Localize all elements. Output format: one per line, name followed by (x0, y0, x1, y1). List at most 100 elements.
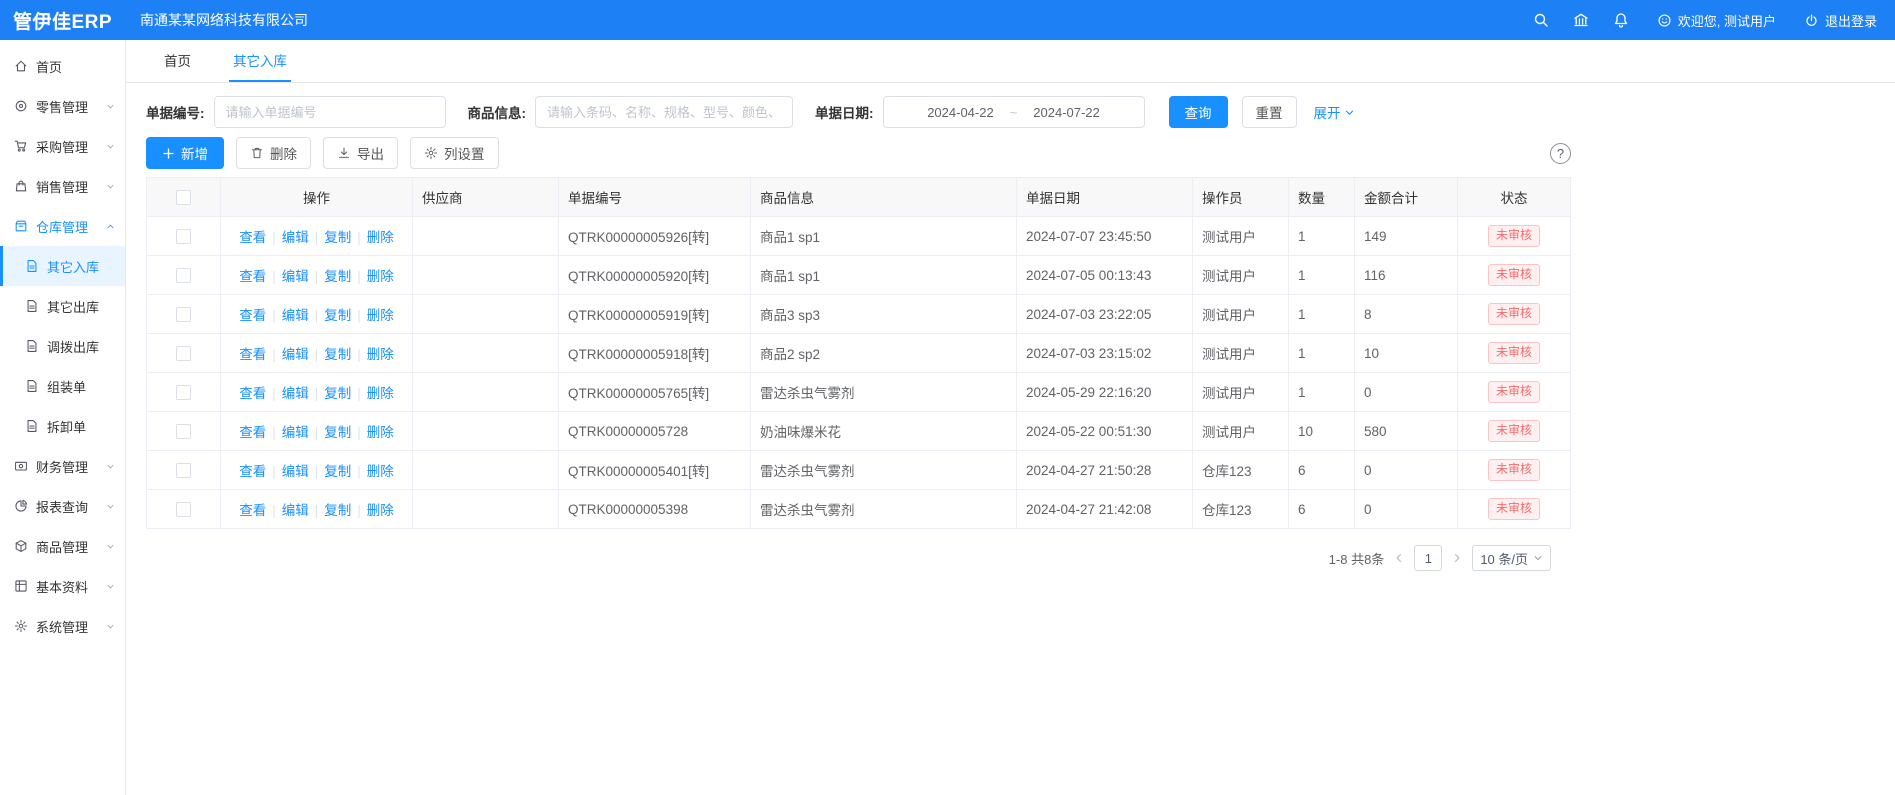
row-checkbox[interactable] (176, 229, 191, 244)
search-icon[interactable] (1533, 12, 1549, 28)
prev-page-icon[interactable] (1393, 552, 1405, 564)
row-checkbox[interactable] (176, 268, 191, 283)
row-action-edit[interactable]: 编辑 (282, 386, 309, 401)
row-action-delete[interactable]: 删除 (367, 386, 394, 401)
row-action-copy[interactable]: 复制 (324, 503, 351, 518)
row-action-view[interactable]: 查看 (239, 269, 266, 284)
sidebar-item-system[interactable]: 系统管理 (0, 606, 125, 646)
cell-qty: 1 (1289, 334, 1355, 373)
column-settings-button[interactable]: 列设置 (410, 137, 499, 169)
status-badge: 未审核 (1488, 420, 1540, 442)
row-checkbox[interactable] (176, 307, 191, 322)
logout-button[interactable]: 退出登录 (1804, 11, 1877, 30)
sidebar-subitem-label: 其它入库 (47, 257, 125, 276)
row-action-edit[interactable]: 编辑 (282, 425, 309, 440)
bank-icon[interactable] (1573, 12, 1589, 28)
expand-filters-link[interactable]: 展开 (1314, 102, 1355, 122)
help-icon[interactable]: ? (1550, 143, 1571, 164)
cell-status: 未审核 (1458, 256, 1571, 295)
cell-supplier (413, 412, 559, 451)
gear-icon (424, 146, 438, 160)
row-checkbox[interactable] (176, 502, 191, 517)
sidebar-item-finance[interactable]: 财务管理 (0, 446, 125, 486)
chevron-down-icon (105, 101, 116, 112)
row-checkbox[interactable] (176, 346, 191, 361)
row-action-view[interactable]: 查看 (239, 308, 266, 323)
row-action-view[interactable]: 查看 (239, 230, 266, 245)
welcome-user[interactable]: 欢迎您, 测试用户 (1657, 11, 1776, 30)
row-checkbox[interactable] (176, 424, 191, 439)
row-action-edit[interactable]: 编辑 (282, 269, 309, 284)
sidebar-subitem-disassembly-order[interactable]: 拆卸单 (0, 406, 125, 446)
row-action-view[interactable]: 查看 (239, 464, 266, 479)
date-range-picker[interactable]: 2024-04-22 ~ 2024-07-22 (883, 96, 1145, 128)
cell-status: 未审核 (1458, 451, 1571, 490)
action-separator: | (315, 425, 319, 440)
row-action-view[interactable]: 查看 (239, 503, 266, 518)
bell-icon[interactable] (1613, 12, 1629, 28)
date-end[interactable]: 2024-07-22 (1033, 105, 1100, 120)
row-action-copy[interactable]: 复制 (324, 464, 351, 479)
cell-doc-no: QTRK00000005918[转] (559, 334, 751, 373)
row-action-edit[interactable]: 编辑 (282, 308, 309, 323)
row-action-copy[interactable]: 复制 (324, 269, 351, 284)
app-logo: 管伊佳ERP (0, 7, 126, 34)
row-action-copy[interactable]: 复制 (324, 347, 351, 362)
row-action-delete[interactable]: 删除 (367, 269, 394, 284)
sidebar-subitem-other-inbound[interactable]: 其它入库 (0, 246, 125, 286)
cell-supplier (413, 256, 559, 295)
select-all-checkbox[interactable] (176, 190, 191, 205)
row-action-view[interactable]: 查看 (239, 386, 266, 401)
row-checkbox[interactable] (176, 463, 191, 478)
product-info-input[interactable] (535, 96, 793, 128)
sidebar-item-purchase[interactable]: 采购管理 (0, 126, 125, 166)
sidebar-item-product[interactable]: 商品管理 (0, 526, 125, 566)
next-page-icon[interactable] (1451, 552, 1463, 564)
sidebar-item-warehouse[interactable]: 仓库管理 (0, 206, 125, 246)
page-size-select[interactable]: 10 条/页 (1472, 545, 1551, 571)
add-button[interactable]: 新增 (146, 137, 224, 169)
row-checkbox[interactable] (176, 385, 191, 400)
date-start[interactable]: 2024-04-22 (927, 105, 994, 120)
row-action-edit[interactable]: 编辑 (282, 464, 309, 479)
row-action-edit[interactable]: 编辑 (282, 230, 309, 245)
cell-operator: 测试用户 (1193, 295, 1289, 334)
column-header: 状态 (1458, 178, 1571, 217)
sidebar-item-retail[interactable]: 零售管理 (0, 86, 125, 126)
export-button[interactable]: 导出 (323, 137, 398, 169)
row-action-copy[interactable]: 复制 (324, 425, 351, 440)
sidebar-item-basic[interactable]: 基本资料 (0, 566, 125, 606)
row-action-delete[interactable]: 删除 (367, 503, 394, 518)
sidebar-item-sales[interactable]: 销售管理 (0, 166, 125, 206)
tab-other-inbound[interactable]: 其它入库 (229, 40, 291, 82)
sidebar-item-report[interactable]: 报表查询 (0, 486, 125, 526)
sidebar-subitem-assembly-order[interactable]: 组装单 (0, 366, 125, 406)
page-number[interactable]: 1 (1414, 545, 1442, 571)
row-action-delete[interactable]: 删除 (367, 347, 394, 362)
chevron-down-icon (105, 581, 116, 592)
row-action-edit[interactable]: 编辑 (282, 503, 309, 518)
row-action-view[interactable]: 查看 (239, 347, 266, 362)
action-separator: | (272, 464, 276, 479)
reset-button[interactable]: 重置 (1242, 96, 1297, 128)
search-button[interactable]: 查询 (1169, 96, 1228, 128)
sidebar-subitem-transfer-outbound[interactable]: 调拨出库 (0, 326, 125, 366)
row-action-edit[interactable]: 编辑 (282, 347, 309, 362)
row-action-delete[interactable]: 删除 (367, 425, 394, 440)
grid-icon (14, 579, 28, 593)
sidebar-item-home[interactable]: 首页 (0, 46, 125, 86)
row-action-delete[interactable]: 删除 (367, 308, 394, 323)
delete-button[interactable]: 删除 (236, 137, 311, 169)
chevron-down-icon (105, 141, 116, 152)
row-action-delete[interactable]: 删除 (367, 230, 394, 245)
doc-no-input[interactable] (214, 96, 446, 128)
row-action-delete[interactable]: 删除 (367, 464, 394, 479)
sidebar-subitem-other-outbound[interactable]: 其它出库 (0, 286, 125, 326)
cell-date: 2024-04-27 21:42:08 (1017, 490, 1193, 529)
tab-home[interactable]: 首页 (160, 40, 195, 82)
row-action-copy[interactable]: 复制 (324, 386, 351, 401)
row-action-view[interactable]: 查看 (239, 425, 266, 440)
row-action-copy[interactable]: 复制 (324, 230, 351, 245)
row-action-copy[interactable]: 复制 (324, 308, 351, 323)
row-select-cell (147, 256, 221, 295)
